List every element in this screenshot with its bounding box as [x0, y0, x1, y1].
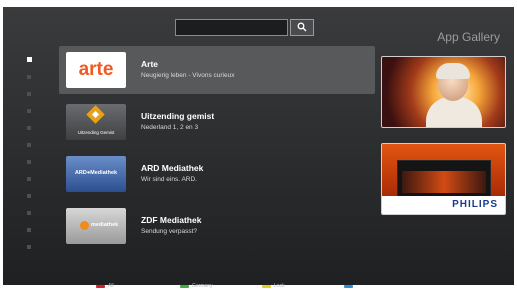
- blue-key[interactable]: [344, 282, 356, 290]
- zdf-mediathek-logo: mediathek: [66, 208, 126, 244]
- uitzending-logo-text: Uitzending Gemist: [77, 130, 115, 135]
- ard-mediathek-logo: ARD●Mediathek: [66, 156, 126, 192]
- page-indicator: [27, 57, 35, 262]
- featured-image-philips-tv[interactable]: PHILIPS: [381, 143, 506, 215]
- color-key-bar: All Germany Lock: [0, 278, 517, 294]
- baby-body-shape: [426, 97, 482, 127]
- zdf-logo-text: mediathek: [91, 222, 119, 228]
- app-name: Arte: [141, 59, 159, 69]
- page-indicator-dot[interactable]: [27, 92, 31, 96]
- page-indicator-dot[interactable]: [27, 245, 31, 249]
- page-indicator-dot[interactable]: [27, 211, 31, 215]
- app-name: ARD Mediathek: [141, 163, 204, 173]
- red-key-label: All: [108, 283, 114, 289]
- app-item-ard-mediathek[interactable]: ARD●Mediathek ARD Mediathek Wir sind ein…: [59, 150, 375, 198]
- brand-band: PHILIPS: [382, 196, 505, 214]
- arte-logo: arte: [66, 52, 126, 88]
- top-bar: App Gallery: [3, 7, 514, 44]
- yellow-key-swatch: [262, 284, 271, 288]
- app-description: Sendung verpasst?: [141, 228, 198, 235]
- app-name: Uitzending gemist: [141, 111, 215, 121]
- yellow-key[interactable]: Lock: [262, 282, 285, 290]
- zdf-badge-icon: [80, 221, 89, 230]
- search-icon: [297, 22, 307, 32]
- app-item-zdf-mediathek[interactable]: mediathek ZDF Mediathek Sendung verpasst…: [59, 202, 375, 250]
- page-indicator-dot[interactable]: [27, 57, 32, 62]
- app-list: arte Arte Neugierig leben - Vivons curie…: [59, 46, 375, 254]
- search-button[interactable]: [290, 19, 314, 36]
- page-indicator-dot[interactable]: [27, 160, 31, 164]
- green-key[interactable]: Germany: [180, 282, 213, 290]
- red-key-swatch: [96, 284, 105, 288]
- green-key-label: Germany: [192, 283, 213, 289]
- tv-glow: [402, 171, 486, 193]
- app-description: Neugierig leben - Vivons curieux: [141, 72, 235, 79]
- app-item-arte[interactable]: arte Arte Neugierig leben - Vivons curie…: [59, 46, 375, 94]
- tv-screen: App Gallery arte Arte Neugierig leben - …: [3, 7, 514, 285]
- app-name: ZDF Mediathek: [141, 215, 202, 225]
- page-indicator-dot[interactable]: [27, 194, 31, 198]
- baby-cap-shape: [436, 63, 470, 79]
- yellow-key-label: Lock: [274, 283, 285, 289]
- search-input[interactable]: [175, 19, 288, 36]
- app-description: Nederland 1, 2 en 3: [141, 124, 199, 131]
- page-indicator-dot[interactable]: [27, 143, 31, 147]
- page-indicator-dot[interactable]: [27, 177, 31, 181]
- red-key[interactable]: All: [96, 282, 114, 290]
- page-indicator-dot[interactable]: [27, 75, 31, 79]
- green-key-swatch: [180, 284, 189, 288]
- page-indicator-dot[interactable]: [27, 126, 31, 130]
- ard-logo-text: ARD●Mediathek: [74, 170, 118, 176]
- page-indicator-dot[interactable]: [27, 228, 31, 232]
- page-title: App Gallery: [437, 30, 500, 44]
- app-description: Wir sind eins. ARD.: [141, 176, 197, 183]
- uitzending-gemist-logo: Uitzending Gemist: [66, 104, 126, 140]
- diamond-icon: [86, 105, 105, 124]
- blue-key-swatch: [344, 284, 353, 288]
- brand-logo: PHILIPS: [452, 199, 498, 210]
- arte-logo-text: arte: [78, 59, 114, 80]
- featured-image-baby[interactable]: [381, 56, 506, 128]
- app-item-uitzending-gemist[interactable]: Uitzending Gemist Uitzending gemist Nede…: [59, 98, 375, 146]
- page-indicator-dot[interactable]: [27, 109, 31, 113]
